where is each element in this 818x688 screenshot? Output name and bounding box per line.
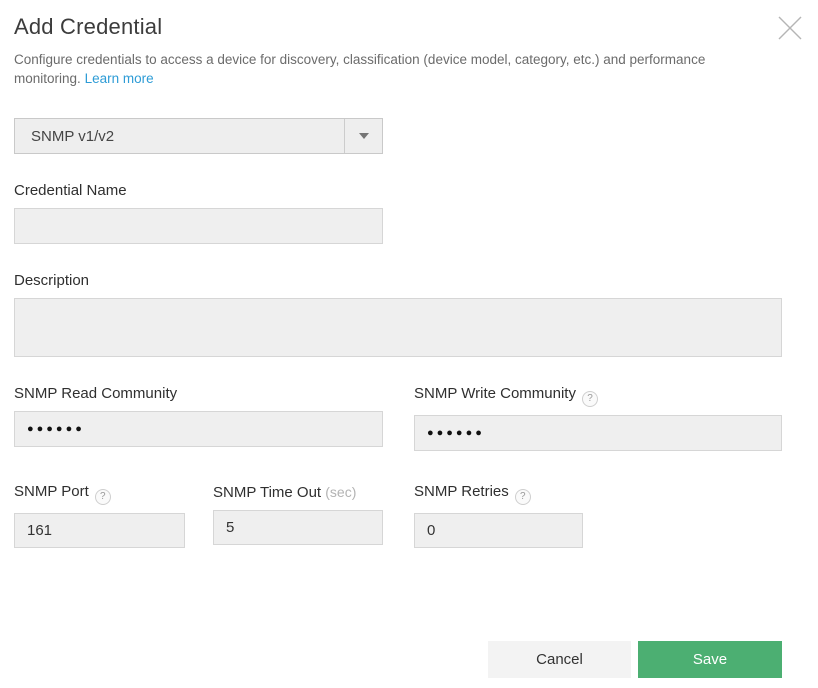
snmp-read-community-field: SNMP Read Community	[14, 385, 383, 451]
snmp-write-community-label-text: SNMP Write Community	[414, 385, 576, 402]
snmp-timeout-input[interactable]	[213, 510, 383, 545]
snmp-read-community-input[interactable]	[14, 411, 383, 447]
snmp-timeout-label-text: SNMP Time Out	[213, 484, 321, 501]
snmp-retries-field: SNMP Retries?	[414, 483, 583, 548]
credential-name-label: Credential Name	[14, 182, 782, 200]
snmp-settings-row: SNMP Port? SNMP Time Out (sec) SNMP Retr…	[14, 483, 782, 548]
snmp-retries-input[interactable]	[414, 513, 583, 548]
snmp-timeout-field: SNMP Time Out (sec)	[213, 483, 383, 548]
snmp-port-input[interactable]	[14, 513, 185, 548]
learn-more-link[interactable]: Learn more	[85, 71, 154, 86]
help-icon[interactable]: ?	[582, 391, 598, 407]
close-icon[interactable]	[774, 12, 806, 44]
credential-name-input[interactable]	[14, 208, 383, 244]
dialog-subtitle: Configure credentials to access a device…	[14, 50, 746, 88]
credential-type-select[interactable]: SNMP v1/v2	[14, 118, 383, 154]
community-row: SNMP Read Community SNMP Write Community…	[14, 385, 782, 451]
snmp-retries-label: SNMP Retries?	[414, 483, 583, 505]
help-icon[interactable]: ?	[515, 489, 531, 505]
save-button[interactable]: Save	[638, 641, 782, 678]
snmp-write-community-field: SNMP Write Community?	[414, 385, 782, 451]
cancel-button[interactable]: Cancel	[488, 641, 631, 678]
snmp-timeout-unit: (sec)	[325, 484, 356, 500]
help-icon[interactable]: ?	[95, 489, 111, 505]
snmp-write-community-label: SNMP Write Community?	[414, 385, 782, 407]
snmp-timeout-label: SNMP Time Out (sec)	[213, 483, 383, 502]
credential-type-selected-value: SNMP v1/v2	[15, 119, 344, 153]
snmp-read-community-label: SNMP Read Community	[14, 385, 383, 403]
description-label: Description	[14, 272, 782, 290]
page-title: Add Credential	[14, 0, 782, 40]
snmp-port-label-text: SNMP Port	[14, 483, 89, 500]
select-arrow-button[interactable]	[344, 119, 382, 153]
snmp-retries-label-text: SNMP Retries	[414, 483, 509, 500]
snmp-port-label: SNMP Port?	[14, 483, 185, 505]
description-textarea[interactable]	[14, 298, 782, 357]
add-credential-dialog: Add Credential Configure credentials to …	[0, 0, 818, 688]
snmp-write-community-input[interactable]	[414, 415, 782, 451]
snmp-port-field: SNMP Port?	[14, 483, 185, 548]
dialog-footer: Cancel Save	[14, 641, 782, 678]
chevron-down-icon	[359, 133, 369, 139]
